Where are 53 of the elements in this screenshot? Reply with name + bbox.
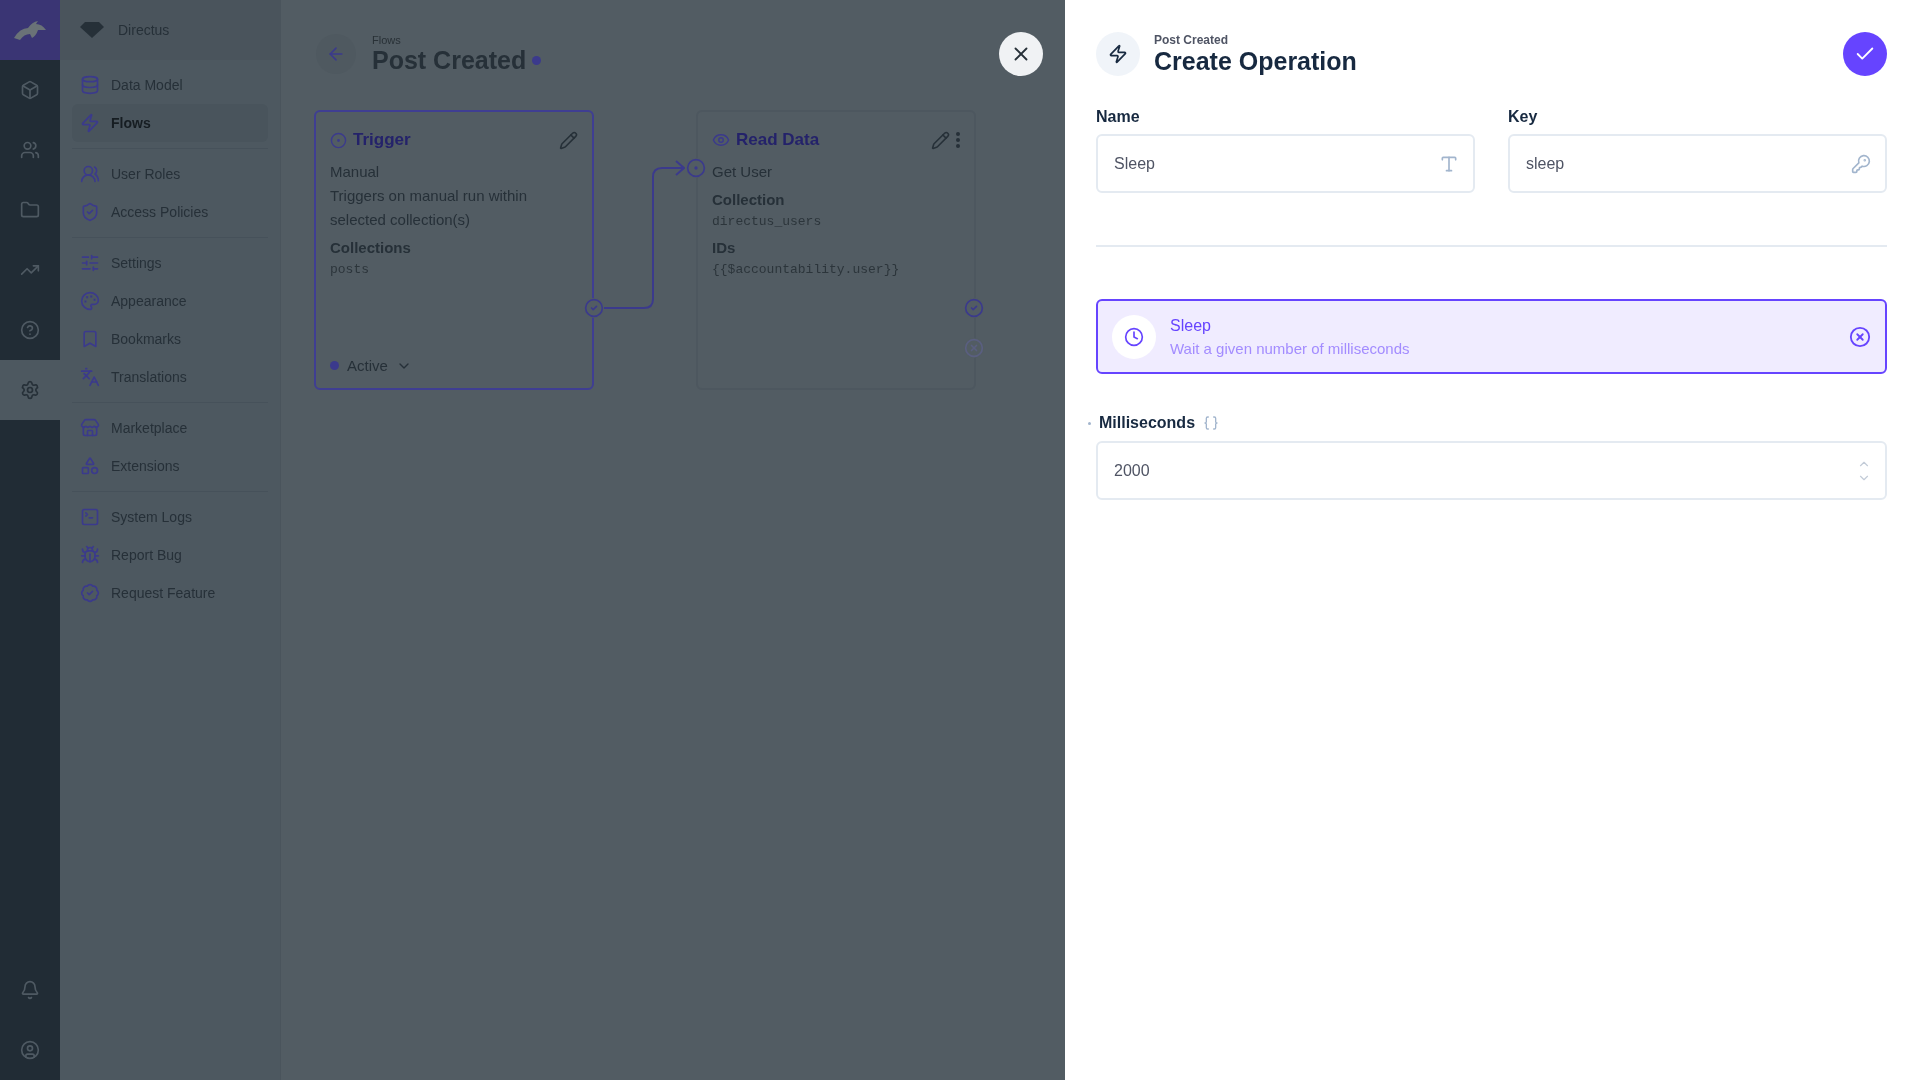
more-icon[interactable] xyxy=(956,132,960,148)
selected-operation-card[interactable]: Sleep Wait a given number of milliseconds xyxy=(1096,299,1887,374)
nav-item-icon xyxy=(80,253,100,273)
users-icon xyxy=(20,140,40,160)
key-field[interactable]: sleep xyxy=(1508,134,1887,193)
name-field[interactable]: Sleep xyxy=(1096,134,1475,193)
input-anchor-icon[interactable] xyxy=(686,158,706,178)
nav-item-icon xyxy=(80,367,100,387)
box-icon xyxy=(20,80,40,100)
success-anchor-icon[interactable] xyxy=(964,298,984,318)
nav-item-icon xyxy=(80,418,100,438)
close-button[interactable] xyxy=(999,32,1043,76)
help-icon xyxy=(20,320,40,340)
save-button[interactable] xyxy=(1843,32,1887,76)
failure-anchor-icon[interactable] xyxy=(964,338,984,358)
edit-icon xyxy=(931,130,950,150)
bell-icon xyxy=(20,980,40,1000)
nav-item-icon xyxy=(80,456,100,476)
panel-title: Trigger xyxy=(353,130,412,150)
gem-icon xyxy=(80,22,104,38)
settings-icon xyxy=(20,380,40,400)
field-label: Key xyxy=(1508,108,1539,126)
operation-title: Sleep xyxy=(1170,316,1212,335)
nav-item-icon xyxy=(80,202,100,222)
milliseconds-field[interactable]: 2000 xyxy=(1096,441,1887,500)
drawer-title: Create Operation xyxy=(1154,46,1358,76)
remove-icon[interactable] xyxy=(1849,325,1871,348)
nav-item-icon xyxy=(80,113,100,133)
field-label: Milliseconds xyxy=(1099,414,1196,432)
nav-item-icon xyxy=(80,291,100,311)
field-label: Name xyxy=(1096,108,1141,126)
nav-item-icon xyxy=(80,75,100,95)
status-dot xyxy=(330,361,339,370)
module-button[interactable] xyxy=(0,360,60,420)
panel-title: Read Data xyxy=(736,130,821,150)
clock-icon xyxy=(1112,314,1156,359)
nav-item-icon xyxy=(80,583,100,603)
success-anchor-icon[interactable] xyxy=(584,298,604,318)
nav-item-icon xyxy=(80,164,100,184)
breadcrumb: Post Created xyxy=(1154,32,1230,47)
edit-icon xyxy=(559,130,578,150)
operation-description: Wait a given number of milliseconds xyxy=(1170,339,1411,357)
trigger-icon xyxy=(330,131,347,149)
lightning-icon xyxy=(1096,32,1140,76)
nav-item-icon xyxy=(80,329,100,349)
nav-item-icon xyxy=(80,507,100,527)
nav-item[interactable]: Flows xyxy=(72,104,268,142)
nav-item-icon xyxy=(80,545,100,565)
eye-icon xyxy=(712,131,730,149)
user-circle-icon xyxy=(20,1040,40,1060)
braces-icon[interactable] xyxy=(1203,415,1220,431)
key-icon xyxy=(1851,153,1871,174)
folder-icon xyxy=(20,200,40,220)
